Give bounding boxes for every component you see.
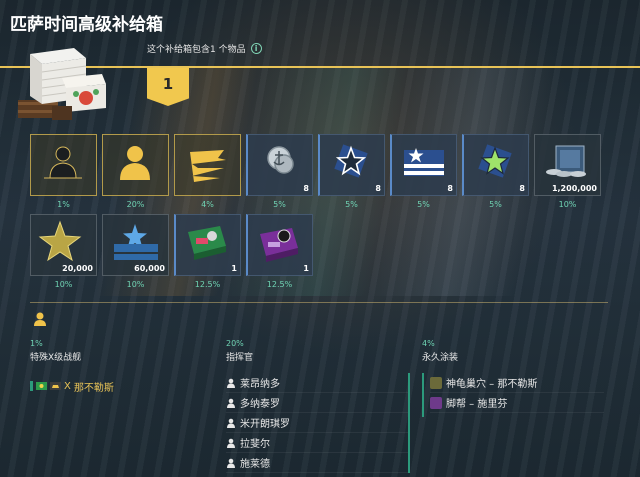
item-percent: 12.5% [266, 280, 293, 289]
commander-entry[interactable]: 莱昂纳多 [226, 373, 408, 393]
commander-entry[interactable]: 多纳泰罗 [226, 393, 408, 413]
camouflage-title: 永久涂装 [422, 353, 459, 363]
camouflage-icon [190, 150, 226, 182]
page-title: 匹萨时间高级补给箱 [10, 15, 163, 35]
commander-entry[interactable]: 拉斐尔 [226, 433, 408, 453]
camouflage-name: 神龟巢穴 – 那不勒斯 [446, 379, 538, 390]
item-percent: 12.5% [194, 280, 221, 289]
crate-info-text: 这个补给箱包含1 个物品 [147, 45, 246, 55]
item-percent: 5% [345, 200, 358, 209]
item-percent: 5% [273, 200, 286, 209]
item-quantity: 1,200,000 [551, 184, 597, 193]
commanders-percent: 20% [226, 339, 244, 348]
person-icon [34, 312, 46, 326]
foot-clan-icon [430, 396, 442, 409]
commander-name: 莱昂纳多 [240, 379, 280, 390]
item-percent: 5% [417, 200, 430, 209]
item-quantity: 8 [375, 184, 381, 193]
item-tile-credits[interactable]: 1,200,000 10% [534, 134, 601, 209]
commander-entry[interactable]: 施莱德 [226, 453, 408, 473]
ships-title: 特殊X级战舰 [30, 353, 82, 363]
item-percent: 20% [126, 200, 145, 209]
commander-name: 施莱德 [240, 459, 270, 470]
camouflage-marker [422, 373, 424, 417]
commander-person-icon [227, 458, 235, 468]
item-tile-ship[interactable]: 1% [30, 134, 97, 209]
ship-tier: X [64, 380, 71, 392]
item-tile-free-xp[interactable]: 60,000 10% [102, 214, 169, 289]
camouflage-entry[interactable]: 神龟巢穴 – 那不勒斯 [430, 373, 604, 393]
commander-name: 米开朗琪罗 [240, 419, 290, 430]
item-quantity: 8 [447, 184, 453, 193]
ships-percent: 1% [30, 339, 43, 348]
item-percent: 1% [57, 200, 70, 209]
pizza-crate-icon [18, 48, 106, 120]
item-count-badge: 1 [147, 68, 189, 106]
commander-person-icon [227, 438, 235, 448]
commander-icon [120, 146, 150, 180]
item-percent: 10% [54, 280, 73, 289]
item-quantity: 1 [231, 264, 237, 273]
item-percent: 4% [201, 200, 214, 209]
item-tile-star-stripes[interactable]: 8 5% [390, 134, 457, 209]
commander-person-icon [227, 418, 235, 428]
camouflage-list: 神龟巢穴 – 那不勒斯 脚帮 – 施里芬 [422, 373, 604, 417]
camouflage-name: 脚帮 – 施里芬 [446, 399, 508, 410]
item-percent: 10% [558, 200, 577, 209]
item-tile-camouflage[interactable]: 4% [174, 134, 241, 209]
ship-name: 那不勒斯 [73, 382, 114, 394]
item-tile-commander[interactable]: 20% [102, 134, 169, 209]
camouflage-percent: 4% [422, 339, 435, 348]
item-percent: 10% [126, 280, 145, 289]
item-percent: 5% [489, 200, 502, 209]
commander-name: 拉斐尔 [240, 439, 270, 450]
ship-class-icon [50, 382, 61, 390]
scrollbar[interactable] [408, 373, 410, 473]
item-quantity: 20,000 [62, 264, 93, 273]
commanders-list: 莱昂纳多 多纳泰罗 米开朗琪罗 拉斐尔 施莱德 [226, 373, 410, 473]
ships-list: X 那不勒斯 [30, 377, 210, 395]
commander-person-icon [227, 398, 235, 408]
ship-entry[interactable]: X 那不勒斯 [30, 377, 210, 395]
item-tile-bonus-purple[interactable]: 1 12.5% [246, 214, 313, 289]
info-icon[interactable]: i [250, 43, 262, 54]
ship-marker [30, 381, 33, 391]
item-tile-green-star[interactable]: 8 5% [462, 134, 529, 209]
camouflage-column: 4% 永久涂装 神龟巢穴 – 那不勒斯 脚帮 – 施里芬 [422, 339, 604, 417]
section-divider [30, 302, 608, 303]
turtle-lair-icon [430, 376, 442, 389]
item-quantity: 8 [519, 184, 525, 193]
item-tile-signal-anchor[interactable]: 8 5% [246, 134, 313, 209]
ships-column: 1% 特殊X级战舰 X 那不勒斯 [30, 339, 210, 395]
commander-entry[interactable]: 米开朗琪罗 [226, 413, 408, 433]
commander-name: 多纳泰罗 [240, 399, 280, 410]
item-quantity: 8 [303, 184, 309, 193]
camouflage-entry[interactable]: 脚帮 – 施里芬 [430, 393, 604, 413]
commander-person-icon [227, 378, 235, 388]
nation-flag-icon [36, 382, 47, 390]
ship-silhouette-icon [44, 146, 82, 179]
item-tile-bonus-green[interactable]: 1 12.5% [174, 214, 241, 289]
item-quantity: 60,000 [134, 264, 165, 273]
commanders-title: 指挥官 [226, 353, 254, 363]
item-quantity: 1 [303, 264, 309, 273]
crate-info: 这个补给箱包含1 个物品 i [147, 42, 262, 55]
item-tile-star[interactable]: 8 5% [318, 134, 385, 209]
item-tile-elite-xp[interactable]: 20,000 10% [30, 214, 97, 289]
commanders-column: 20% 指挥官 莱昂纳多 多纳泰罗 米开朗琪罗 拉斐尔 施莱德 [226, 339, 410, 473]
